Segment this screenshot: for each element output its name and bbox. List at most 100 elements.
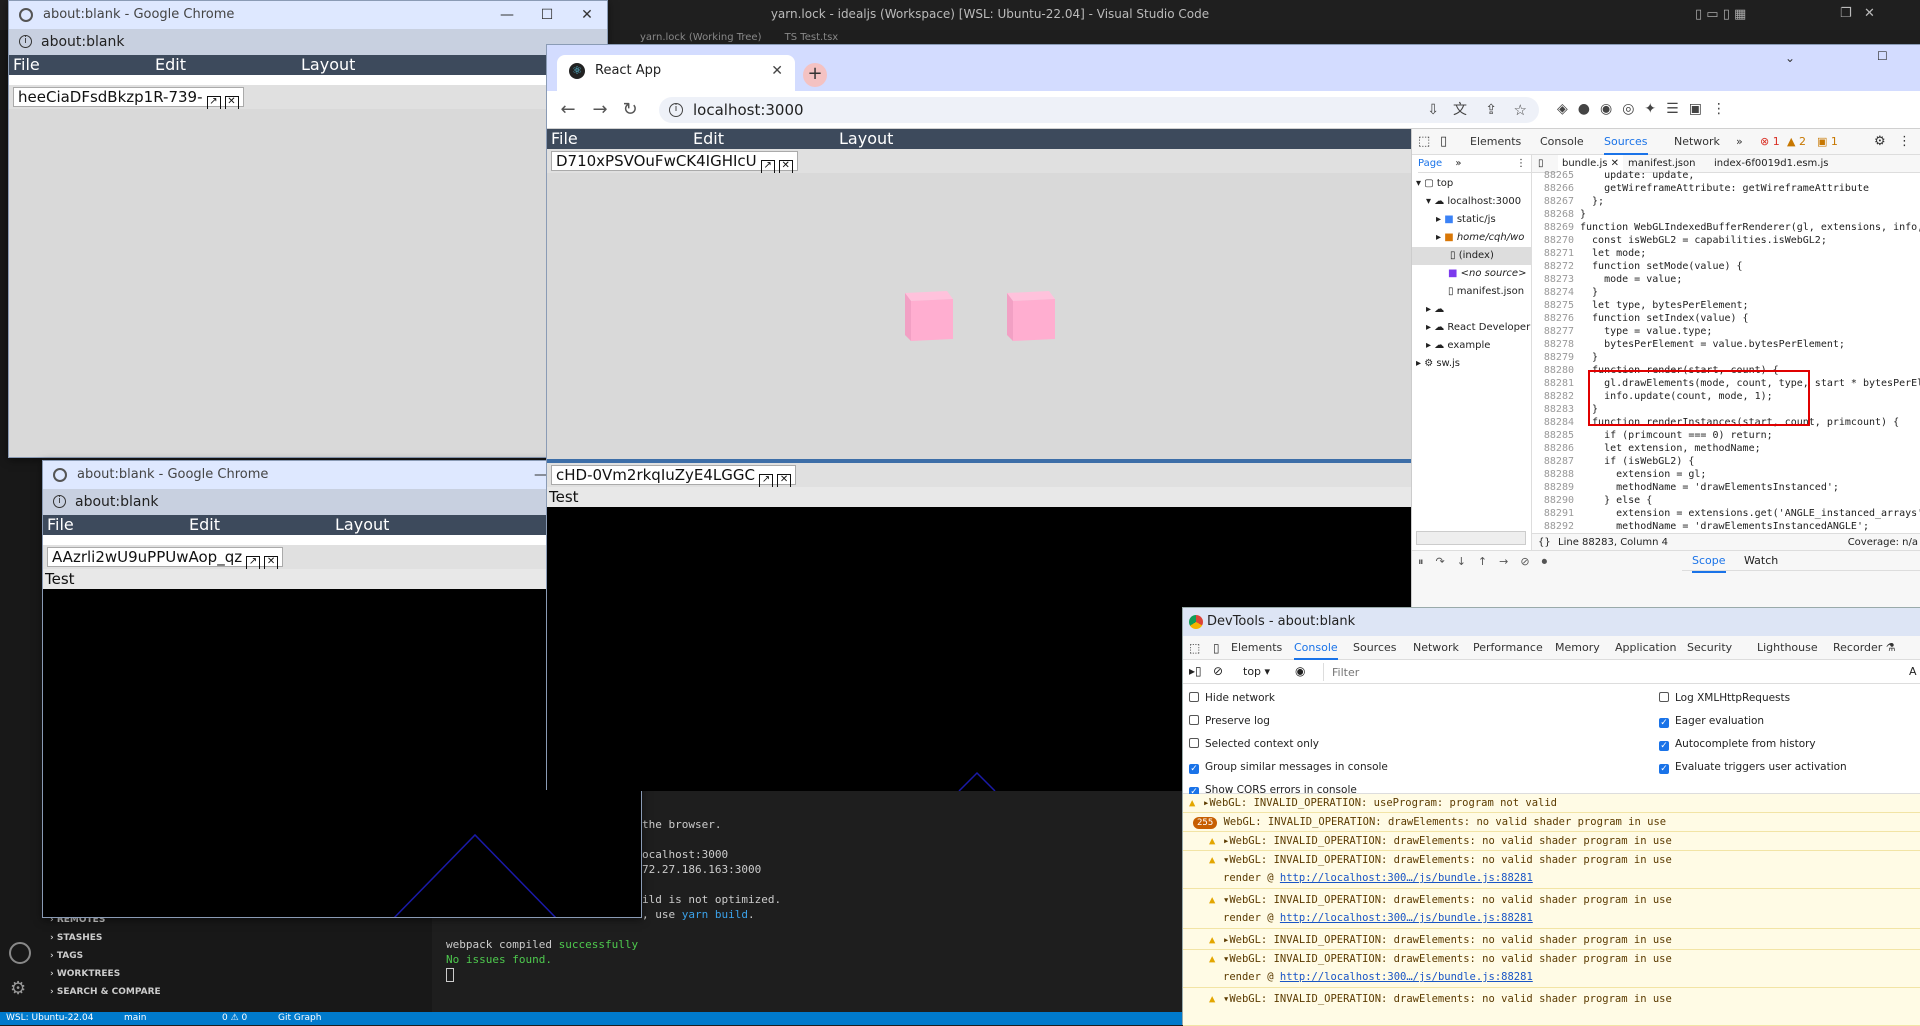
console-message[interactable]: ▲ ▾WebGL: INVALID_OPERATION: drawElements… bbox=[1183, 851, 1920, 889]
close-tab-icon[interactable]: ✕ bbox=[224, 96, 239, 110]
section-search-compare[interactable]: › SEARCH & COMPARE bbox=[50, 984, 161, 1000]
popout-icon[interactable]: ↗ bbox=[760, 160, 775, 174]
maximize-button[interactable]: ☐ bbox=[527, 1, 567, 29]
menu-edit[interactable]: Edit bbox=[155, 55, 186, 75]
menu-layout[interactable]: Layout bbox=[301, 55, 355, 75]
editor-tab-yarn-lock[interactable]: yarn.lock (Working Tree) bbox=[640, 32, 761, 43]
minimize-button[interactable]: — bbox=[487, 1, 527, 29]
menu-file[interactable]: File bbox=[47, 515, 74, 535]
tab-console[interactable]: Console bbox=[1540, 129, 1584, 155]
three-scene[interactable] bbox=[547, 173, 1411, 459]
device-toggle-icon[interactable]: ▯ bbox=[1213, 636, 1220, 660]
setting-hide-network[interactable]: Hide network bbox=[1189, 688, 1275, 708]
tab-application[interactable]: Application bbox=[1615, 636, 1676, 660]
close-tab-icon[interactable]: ✕ bbox=[778, 160, 793, 174]
forward-button[interactable]: → bbox=[589, 99, 611, 121]
tab-console[interactable]: Console bbox=[1294, 636, 1338, 660]
tree-react-devtools[interactable]: ▸ ☁ React Developer bbox=[1426, 319, 1530, 337]
tab-search-icon[interactable]: ⌄ bbox=[1785, 51, 1795, 65]
inspect-icon[interactable]: ⬚ bbox=[1418, 129, 1430, 155]
debugger-controls[interactable]: ⏸↷↓↑→⊘⏺ bbox=[1418, 555, 1559, 569]
filter-input[interactable] bbox=[1323, 663, 1893, 681]
section-worktrees[interactable]: › WORKTREES bbox=[50, 966, 120, 982]
code-editor[interactable]: ▯ bundle.js ✕ manifest.json index-6f0019… bbox=[1532, 155, 1920, 550]
window-controls[interactable]: ❐ ✕ bbox=[1840, 6, 1875, 21]
nav-scrollbar[interactable] bbox=[1416, 531, 1526, 545]
close-tab-icon[interactable]: ✕ bbox=[264, 556, 279, 570]
console-message[interactable]: ▲ ▸WebGL: INVALID_OPERATION: useProgram: … bbox=[1183, 794, 1920, 813]
popout-icon[interactable]: ↗ bbox=[246, 556, 261, 570]
setting-preserve-log[interactable]: Preserve log bbox=[1189, 711, 1270, 731]
layout-tab-bottom[interactable]: cHD-0Vm2rkqIuZyE4LGGC ↗ ✕ bbox=[551, 465, 797, 488]
tab-sources[interactable]: Sources bbox=[1353, 636, 1397, 660]
warning-badge[interactable]: ▲ 2 bbox=[1787, 129, 1806, 155]
setting-selected-context[interactable]: Selected context only bbox=[1189, 734, 1319, 754]
setting-log-xhr[interactable]: Log XMLHttpRequests bbox=[1659, 688, 1790, 708]
console-message[interactable]: ▲ ▾WebGL: INVALID_OPERATION: drawElements… bbox=[1183, 891, 1920, 929]
source-link[interactable]: http://localhost:300…/js/bundle.js:88281 bbox=[1280, 872, 1533, 884]
menu-layout[interactable]: Layout bbox=[839, 129, 893, 149]
translate-icon[interactable]: 文 bbox=[1453, 97, 1467, 123]
menu-file[interactable]: File bbox=[551, 129, 578, 149]
address-bar[interactable]: i about:blank bbox=[9, 29, 607, 55]
tab-network[interactable]: Network bbox=[1674, 129, 1720, 155]
more-icon[interactable]: » bbox=[1455, 158, 1461, 169]
pretty-print-icon[interactable]: {} bbox=[1538, 534, 1551, 550]
setting-eager-eval[interactable]: ✓ Eager evaluation bbox=[1659, 711, 1764, 731]
menu-layout[interactable]: Layout bbox=[335, 515, 389, 535]
tree-sw-js[interactable]: ▸ ⚙ sw.js bbox=[1416, 355, 1460, 373]
tree-localhost[interactable]: ▾ ☁ localhost:3000 bbox=[1426, 193, 1521, 211]
back-button[interactable]: ← bbox=[557, 99, 579, 121]
more-tabs-icon[interactable]: » bbox=[1736, 129, 1743, 155]
gear-icon[interactable]: ⚙ bbox=[10, 978, 26, 999]
layout-tab[interactable]: AAzrli2wU9uPPUwAop_qz ↗ ✕ bbox=[47, 547, 284, 570]
menu-edit[interactable]: Edit bbox=[189, 515, 220, 535]
tree-static-js[interactable]: ▸ ■ static/js bbox=[1436, 211, 1496, 229]
console-message[interactable]: ▲ ▾WebGL: INVALID_OPERATION: drawElements… bbox=[1183, 950, 1920, 988]
remote-indicator[interactable]: WSL: Ubuntu-22.04 bbox=[6, 1012, 93, 1025]
reload-button[interactable]: ↻ bbox=[619, 99, 641, 121]
popout-icon[interactable]: ↗ bbox=[206, 96, 221, 110]
setting-autocomplete[interactable]: ✓ Autocomplete from history bbox=[1659, 734, 1816, 754]
device-toggle-icon[interactable]: ▯ bbox=[1440, 129, 1447, 155]
tree-index[interactable]: ▯ (index) bbox=[1412, 247, 1532, 265]
tab-network[interactable]: Network bbox=[1413, 636, 1459, 660]
nav-page-tab[interactable]: Page bbox=[1418, 158, 1442, 169]
bookmark-star-icon[interactable]: ☆ bbox=[1514, 97, 1527, 123]
layout-tab-top[interactable]: D710xPSVOuFwCK4IGHIcU ↗ ✕ bbox=[551, 151, 798, 174]
tree-cloud[interactable]: ▸ ☁ bbox=[1426, 301, 1444, 319]
devtools-titlebar[interactable]: DevTools - about:blank bbox=[1183, 608, 1920, 636]
layout-icons[interactable]: ▯ ▭ ▯ ▦ bbox=[1695, 7, 1746, 22]
section-stashes[interactable]: › STASHES bbox=[50, 930, 102, 946]
tab-lighthouse[interactable]: Lighthouse bbox=[1757, 636, 1818, 660]
setting-eval-triggers[interactable]: ✓ Evaluate triggers user activation bbox=[1659, 757, 1847, 777]
console-message[interactable]: ▲ ▾WebGL: INVALID_OPERATION: drawElements… bbox=[1183, 990, 1920, 1026]
maximize-button[interactable]: ☐ bbox=[1877, 49, 1888, 63]
section-tags[interactable]: › TAGS bbox=[50, 948, 83, 964]
menu-edit[interactable]: Edit bbox=[693, 129, 724, 149]
source-link[interactable]: http://localhost:300…/js/bundle.js:88281 bbox=[1280, 912, 1533, 924]
tree-example[interactable]: ▸ ☁ example bbox=[1426, 337, 1490, 355]
close-tab-icon[interactable]: ✕ bbox=[771, 55, 783, 87]
popout-icon[interactable]: ↗ bbox=[759, 474, 774, 488]
tab-elements[interactable]: Elements bbox=[1470, 129, 1521, 155]
close-button[interactable]: ✕ bbox=[567, 1, 607, 29]
extension-icons[interactable]: ◈●◉◎✦☰▣⋮ bbox=[1557, 101, 1897, 119]
context-selector[interactable]: top ▾ bbox=[1243, 665, 1270, 678]
console-message[interactable]: ▲ ▸WebGL: INVALID_OPERATION: drawElements… bbox=[1183, 931, 1920, 950]
branch-indicator[interactable]: main bbox=[124, 1012, 147, 1025]
console-message[interactable]: 255 WebGL: INVALID_OPERATION: drawElemen… bbox=[1183, 813, 1920, 832]
omnibox[interactable]: i localhost:3000 ☆ ⇪ 文 ⇩ bbox=[659, 97, 1539, 123]
install-icon[interactable]: ⇩ bbox=[1427, 97, 1439, 123]
browser-tab-react-app[interactable]: ⚛ React App ✕ bbox=[557, 55, 795, 91]
scope-tab[interactable]: Scope bbox=[1692, 551, 1726, 573]
tree-top[interactable]: ▾ ▢ top bbox=[1416, 175, 1453, 193]
kebab-menu-icon[interactable]: ⋮ bbox=[1898, 129, 1911, 155]
share-icon[interactable]: ⇪ bbox=[1485, 97, 1497, 123]
layout-tab[interactable]: heeCiaDFsdBkzp1R-739- ↗ ✕ bbox=[13, 87, 244, 110]
tab-security[interactable]: Security bbox=[1687, 636, 1732, 660]
tab-sources[interactable]: Sources bbox=[1604, 129, 1648, 155]
editor-tab-test-tsx[interactable]: TS Test.tsx bbox=[785, 32, 839, 43]
new-tab-button[interactable]: + bbox=[803, 63, 827, 87]
tree-no-source[interactable]: ■ <no source> bbox=[1448, 265, 1526, 283]
